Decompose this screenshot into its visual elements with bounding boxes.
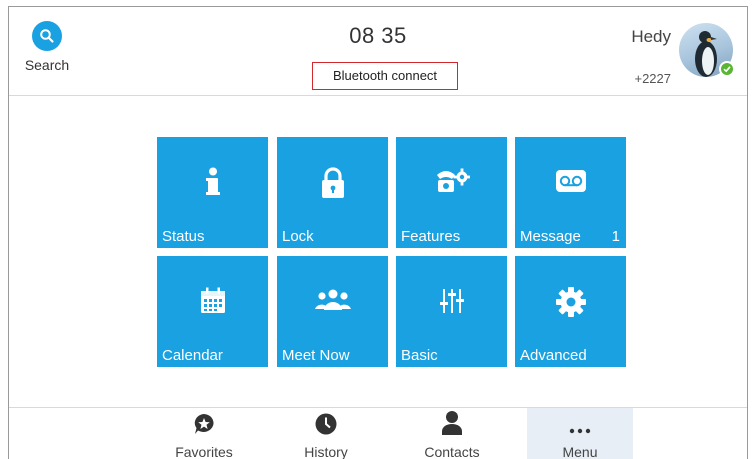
tile-label: Status (162, 228, 205, 245)
status-header: Search 08 35 Bluetooth connect Hedy +222… (9, 7, 747, 95)
nav-history[interactable]: History (273, 408, 379, 459)
tile-label: Meet Now (282, 347, 350, 364)
user-number: +2227 (634, 71, 671, 86)
tile-label: Calendar (162, 347, 223, 364)
clock-icon (273, 408, 379, 436)
group-icon (277, 286, 388, 319)
calendar-icon (157, 286, 268, 321)
tile-message[interactable]: Message 1 (515, 137, 626, 248)
nav-label: Favorites (175, 444, 233, 459)
header-divider (9, 95, 747, 96)
nav-menu[interactable]: Menu (527, 408, 633, 459)
nav-contacts[interactable]: Contacts (399, 408, 505, 459)
tile-features[interactable]: Features (396, 137, 507, 248)
voicemail-icon (515, 167, 626, 200)
user-account[interactable]: Hedy +2227 (593, 23, 735, 87)
star-bubble-icon (151, 408, 257, 436)
tile-label: Features (401, 228, 461, 245)
tile-calendar[interactable]: Calendar (157, 256, 268, 367)
phone-screen: Search 08 35 Bluetooth connect Hedy +222… (8, 6, 748, 459)
gear-icon (515, 286, 626, 323)
search-label: Search (24, 57, 70, 73)
phone-gear-icon (396, 167, 507, 200)
tile-advanced[interactable]: Advanced (515, 256, 626, 367)
nav-favorites[interactable]: Favorites (151, 408, 257, 459)
bluetooth-status-text: Bluetooth connect (312, 62, 458, 90)
tile-label: Basic (401, 347, 438, 364)
nav-label: Menu (562, 444, 598, 459)
nav-label: Contacts (424, 444, 480, 459)
user-name: Hedy (631, 27, 671, 46)
tile-label: Message (520, 228, 581, 245)
tile-meet-now[interactable]: Meet Now (277, 256, 388, 367)
tile-status[interactable]: Status (157, 137, 268, 248)
info-icon (157, 167, 268, 202)
sliders-icon (396, 286, 507, 321)
presence-available-icon (719, 61, 735, 77)
tile-label: Lock (282, 228, 314, 245)
person-icon (399, 408, 505, 436)
message-count-badge: 1 (611, 228, 620, 245)
tile-basic[interactable]: Basic (396, 256, 507, 367)
tile-label: Advanced (520, 347, 587, 364)
tile-lock[interactable]: Lock (277, 137, 388, 248)
nav-label: History (304, 444, 348, 459)
more-dots-icon (527, 408, 633, 436)
lock-icon (277, 167, 388, 204)
